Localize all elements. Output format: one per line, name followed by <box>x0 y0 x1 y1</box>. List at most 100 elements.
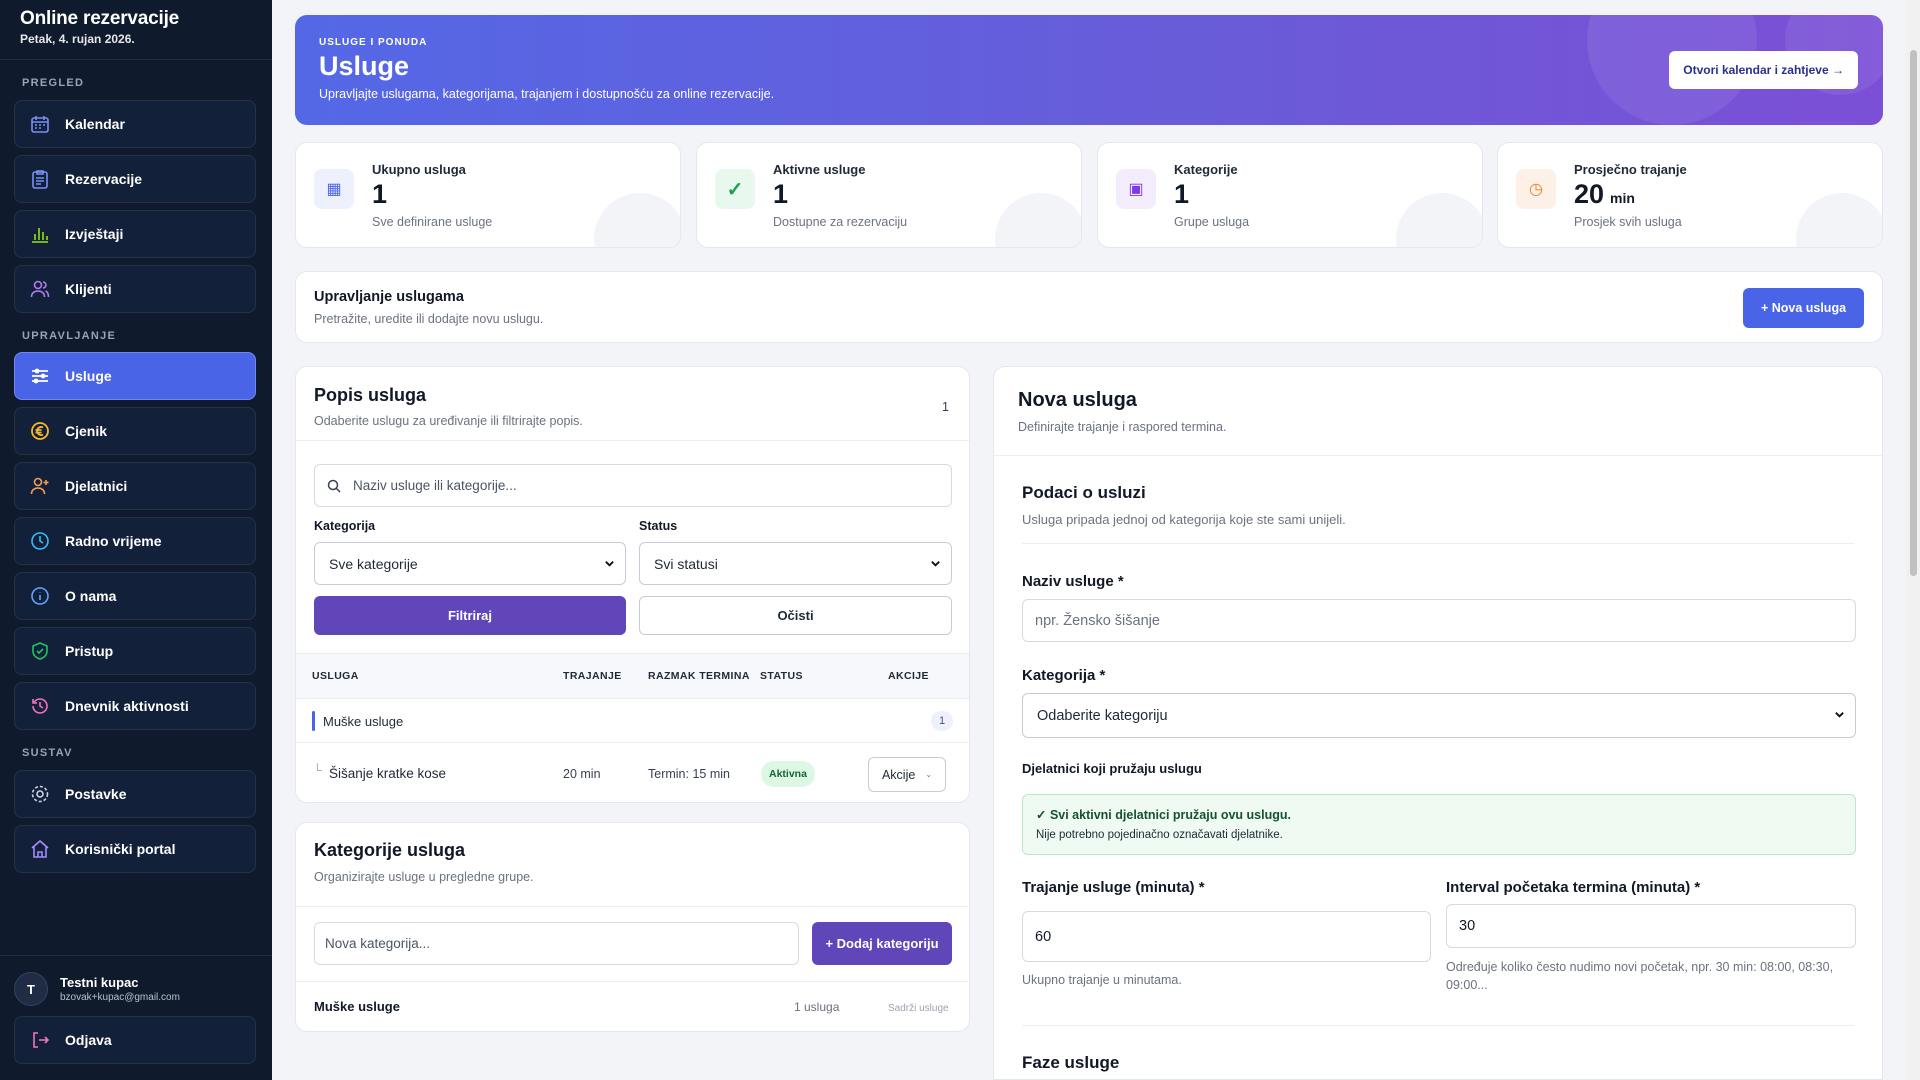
filter-button[interactable]: Filtriraj <box>314 596 626 635</box>
column-header: AKCIJE <box>888 670 929 682</box>
input-value: 60 <box>1035 928 1052 945</box>
manage-subtitle: Pretražite, uredite ili dodajte novu usl… <box>314 312 544 326</box>
sidebar-item-kalendar[interactable]: Kalendar <box>14 100 256 148</box>
page-title: Usluge <box>319 51 410 81</box>
search-placeholder: Naziv usluge ili kategorije... <box>353 478 517 493</box>
page-scrollbar[interactable] <box>1906 0 1920 1080</box>
stat-label: Kategorije <box>1174 162 1238 177</box>
actions-dropdown[interactable]: Akcije ⌄ <box>868 757 946 792</box>
add-category-button[interactable]: + Dodaj kategoriju <box>812 922 952 965</box>
category-select[interactable]: Odaberite kategoriju <box>1022 693 1856 738</box>
duration-input[interactable]: 60 <box>1022 911 1431 962</box>
section-subtitle: Usluga pripada jednoj od kategorija koje… <box>1022 512 1346 527</box>
status-badge: Aktivna <box>761 761 815 787</box>
column-header: USLUGA <box>312 670 359 682</box>
sidebar-item-label: O nama <box>65 588 117 604</box>
clear-button[interactable]: Očisti <box>639 596 952 635</box>
stat-label: Aktivne usluge <box>773 162 866 177</box>
sidebar: Online rezervacije Petak, 4. rujan 2026.… <box>0 0 272 1080</box>
sidebar-item-label: Izvještaji <box>65 226 124 242</box>
service-interval: Termin: 15 min <box>648 767 730 781</box>
status-filter-select[interactable]: Svi statusi <box>639 542 952 585</box>
scrollbar-thumb[interactable] <box>1910 50 1917 576</box>
service-name-input[interactable]: npr. Žensko šišanje <box>1022 599 1856 642</box>
decor-circle <box>1796 193 1882 247</box>
sidebar-item-usluge[interactable]: Usluge <box>14 352 256 400</box>
sidebar-item-label: Djelatnici <box>65 478 128 494</box>
divider <box>296 906 969 907</box>
logout-label: Odjava <box>65 1032 112 1048</box>
sidebar-item-label: Klijenti <box>65 281 112 297</box>
divider <box>1022 1025 1854 1026</box>
sidebar-item-label: Cjenik <box>65 423 108 439</box>
divider <box>0 955 272 956</box>
search-icon <box>327 479 341 493</box>
phases-title: Faze usluge <box>1022 1053 1120 1072</box>
group-marker <box>312 711 315 731</box>
sidebar-item-o-nama[interactable]: O nama <box>14 572 256 620</box>
categories-title: Kategorije usluga <box>314 840 466 860</box>
category-name: Muške usluge <box>314 999 400 1014</box>
selected-value: Odaberite kategoriju <box>1037 707 1168 724</box>
table-row[interactable]: └ Šišanje kratke kose 20 min Termin: 15 … <box>296 743 969 802</box>
brand-date: Petak, 4. rujan 2026. <box>20 32 135 46</box>
sidebar-item-postavke[interactable]: Postavke <box>14 770 256 818</box>
decor-circle <box>594 193 680 247</box>
sidebar-item-label: Usluge <box>65 368 112 384</box>
category-filter-label: Kategorija <box>314 519 376 533</box>
sidebar-item-pristup[interactable]: Pristup <box>14 627 256 675</box>
stat-value: 1 <box>773 179 789 209</box>
interval-input[interactable]: 30 <box>1446 904 1856 948</box>
duration-help: Ukupno trajanje u minutama. <box>1022 973 1182 987</box>
interval-help: Određuje koliko često nudimo novi početa… <box>1446 960 1834 992</box>
clock-icon <box>29 530 51 552</box>
search-input[interactable]: Naziv usluge ili kategorije... <box>314 464 952 507</box>
sliders-icon <box>29 365 51 387</box>
input-placeholder: npr. Žensko šišanje <box>1035 612 1160 629</box>
new-service-button[interactable]: + Nova usluga <box>1743 288 1864 328</box>
category-filter-select[interactable]: Sve kategorije <box>314 542 626 585</box>
sidebar-item-label: Radno vrijeme <box>65 533 162 549</box>
selected-value: Svi statusi <box>654 555 718 572</box>
grid-icon: ▦ <box>314 169 354 209</box>
group-row[interactable]: Muške usluge 1 <box>296 699 969 743</box>
sidebar-item-radno-vrijeme[interactable]: Radno vrijeme <box>14 517 256 565</box>
category-label: Kategorija * <box>1022 667 1106 684</box>
stat-card-categories: ▣ Kategorije 1 Grupe usluga <box>1097 142 1483 248</box>
stat-value: 1 <box>372 179 388 209</box>
sidebar-item-label: Rezervacije <box>65 171 143 187</box>
logout-button[interactable]: Odjava <box>14 1016 256 1064</box>
chevron-down-icon <box>930 556 941 572</box>
timer-icon: ◷ <box>1516 169 1556 209</box>
bar-chart-icon <box>29 223 51 245</box>
avatar: T <box>14 972 48 1006</box>
decor-circle <box>1396 193 1482 247</box>
sidebar-item-djelatnici[interactable]: Djelatnici <box>14 462 256 510</box>
section-pregled: PREGLED <box>22 77 85 89</box>
new-category-input[interactable]: Nova kategorija... <box>314 922 799 965</box>
sidebar-item-dnevnik[interactable]: Dnevnik aktivnosti <box>14 682 256 730</box>
sidebar-item-portal[interactable]: Korisnički portal <box>14 825 256 873</box>
home-icon <box>29 838 51 860</box>
service-duration: 20 min <box>563 767 601 781</box>
table-header <box>296 653 969 699</box>
section-upravljanje: UPRAVLJANJE <box>22 330 117 342</box>
brand-title: Online rezervacije <box>20 8 180 29</box>
decor-circle <box>995 193 1081 247</box>
open-calendar-button[interactable]: Otvori kalendar i zahtjeve → <box>1669 51 1858 89</box>
gear-icon <box>29 783 51 805</box>
sidebar-item-izvjestaji[interactable]: Izvještaji <box>14 210 256 258</box>
sidebar-item-rezervacije[interactable]: Rezervacije <box>14 155 256 203</box>
section-sustav: SUSTAV <box>22 747 73 759</box>
clipboard-icon <box>29 168 51 190</box>
duration-label: Trajanje usluge (minuta) * <box>1022 879 1205 896</box>
category-note: Sadrži usluge <box>888 1003 949 1014</box>
sidebar-item-label: Kalendar <box>65 116 125 132</box>
sidebar-item-cjenik[interactable]: Cjenik <box>14 407 256 455</box>
sidebar-item-klijenti[interactable]: Klijenti <box>14 265 256 313</box>
stat-sub: Dostupne za rezervaciju <box>773 215 908 229</box>
staff-note-sub: Nije potrebno pojedinačno označavati dje… <box>1036 829 1283 841</box>
stat-sub: Prosjek svih usluga <box>1574 215 1682 229</box>
user-profile[interactable]: T Testni kupac bzovak+kupac@gmail.com <box>14 972 180 1006</box>
staff-info-box: ✓ Svi aktivni djelatnici pružaju ovu usl… <box>1022 794 1856 855</box>
